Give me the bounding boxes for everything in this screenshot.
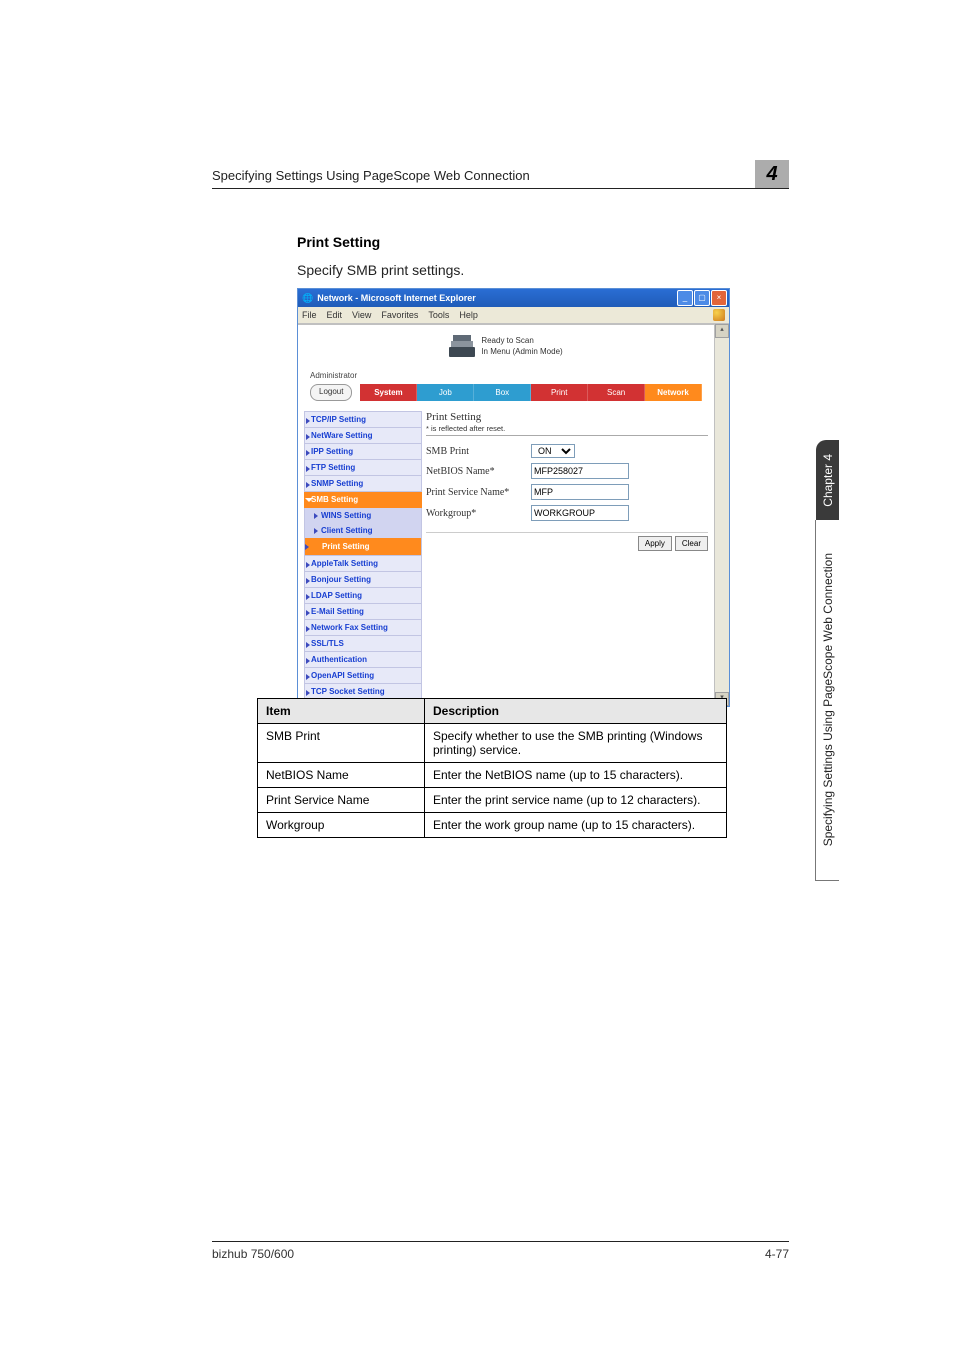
sidebar-item-openapi[interactable]: OpenAPI Setting (304, 668, 422, 684)
status-ready: Ready to Scan (481, 336, 562, 345)
document-page: Specifying Settings Using PageScope Web … (0, 0, 954, 1350)
sidebar-item-appletalk[interactable]: AppleTalk Setting (304, 556, 422, 572)
maximize-icon[interactable]: ▢ (694, 290, 710, 306)
sub-item-print[interactable]: Print Setting (305, 538, 421, 555)
menu-view[interactable]: View (352, 310, 371, 320)
window-title: Network - Microsoft Internet Explorer (317, 293, 476, 303)
cell-item: NetBIOS Name (258, 763, 425, 788)
side-tab-chapter: Chapter 4 (816, 440, 839, 520)
panel-divider (426, 435, 708, 436)
running-header: Specifying Settings Using PageScope Web … (212, 168, 530, 183)
table-row: Workgroup Enter the work group name (up … (258, 813, 727, 838)
sidebar-smb-sub: WINS Setting Client Setting Print Settin… (304, 508, 422, 556)
browser-menubar: File Edit View Favorites Tools Help (298, 307, 729, 324)
cell-desc: Enter the work group name (up to 15 char… (425, 813, 727, 838)
sidebar-item-ssltls[interactable]: SSL/TLS (304, 636, 422, 652)
footer-rule (212, 1241, 789, 1242)
tab-print[interactable]: Print (531, 384, 588, 401)
label-print-service: Print Service Name* (426, 487, 531, 498)
table-row: NetBIOS Name Enter the NetBIOS name (up … (258, 763, 727, 788)
ie-app-icon: 🌐 (302, 293, 313, 304)
panel-note: * is reflected after reset. (426, 424, 708, 433)
side-tab-section: Specifying Settings Using PageScope Web … (815, 520, 839, 881)
scroll-up-icon[interactable]: ▴ (715, 324, 729, 338)
cell-desc: Enter the NetBIOS name (up to 15 charact… (425, 763, 727, 788)
close-icon[interactable]: × (711, 290, 727, 306)
printer-icon (449, 335, 475, 357)
section-description: Specify SMB print settings. (297, 262, 464, 278)
cell-item: Workgroup (258, 813, 425, 838)
input-workgroup[interactable] (531, 505, 629, 521)
tab-network[interactable]: Network (645, 384, 702, 401)
logout-button[interactable]: Logout (310, 384, 352, 401)
panel-title: Print Setting (426, 411, 708, 423)
menu-favorites[interactable]: Favorites (381, 310, 418, 320)
cell-desc: Specify whether to use the SMB printing … (425, 724, 727, 763)
tab-scan[interactable]: Scan (588, 384, 645, 401)
menu-edit[interactable]: Edit (327, 310, 343, 320)
tab-system[interactable]: System (360, 384, 417, 401)
table-header-row: Item Description (258, 699, 727, 724)
label-smb-print: SMB Print (426, 446, 531, 457)
settings-panel: Print Setting * is reflected after reset… (426, 411, 708, 700)
window-titlebar: 🌐 Network - Microsoft Internet Explorer … (298, 289, 729, 307)
vertical-scrollbar[interactable]: ▴ ▾ (714, 324, 729, 706)
side-section-text: Specifying Settings Using PageScope Web … (821, 553, 835, 846)
sidebar-item-ldap[interactable]: LDAP Setting (304, 588, 422, 604)
sidebar-item-authentication[interactable]: Authentication (304, 652, 422, 668)
tab-box[interactable]: Box (474, 384, 531, 401)
footer-page: 4-77 (765, 1247, 789, 1261)
table-row: SMB Print Specify whether to use the SMB… (258, 724, 727, 763)
sidebar-item-networkfax[interactable]: Network Fax Setting (304, 620, 422, 636)
menu-help[interactable]: Help (459, 310, 478, 320)
side-chapter-text: Chapter 4 (821, 454, 835, 507)
tab-job[interactable]: Job (417, 384, 474, 401)
sidebar-item-bonjour[interactable]: Bonjour Setting (304, 572, 422, 588)
user-role-label: Administrator (310, 371, 708, 380)
cell-desc: Enter the print service name (up to 12 c… (425, 788, 727, 813)
description-table: Item Description SMB Print Specify wheth… (257, 698, 727, 838)
select-smb-print[interactable]: ON (531, 444, 575, 458)
input-netbios-name[interactable] (531, 463, 629, 479)
menu-tools[interactable]: Tools (428, 310, 449, 320)
cell-item: Print Service Name (258, 788, 425, 813)
clear-button[interactable]: Clear (675, 536, 708, 551)
sidebar-item-netware[interactable]: NetWare Setting (304, 428, 422, 444)
sidebar-item-email[interactable]: E-Mail Setting (304, 604, 422, 620)
menu-file[interactable]: File (302, 310, 317, 320)
table-row: Print Service Name Enter the print servi… (258, 788, 727, 813)
header-description: Description (425, 699, 727, 724)
minimize-icon[interactable]: _ (677, 290, 693, 306)
header-rule (212, 188, 789, 189)
footer-model: bizhub 750/600 (212, 1247, 294, 1261)
network-sidebar: TCP/IP Setting NetWare Setting IPP Setti… (304, 411, 422, 700)
sidebar-item-ftp[interactable]: FTP Setting (304, 460, 422, 476)
status-mode: In Menu (Admin Mode) (481, 347, 562, 356)
sidebar-item-smb[interactable]: SMB Setting (304, 492, 422, 508)
section-title: Print Setting (297, 234, 380, 250)
apply-button[interactable]: Apply (638, 536, 672, 551)
sub-item-wins[interactable]: WINS Setting (315, 508, 421, 523)
sidebar-item-snmp[interactable]: SNMP Setting (304, 476, 422, 492)
label-workgroup: Workgroup* (426, 508, 531, 519)
chapter-badge: 4 (755, 160, 789, 188)
sub-item-client[interactable]: Client Setting (315, 523, 421, 538)
cell-item: SMB Print (258, 724, 425, 763)
screenshot-window: 🌐 Network - Microsoft Internet Explorer … (297, 288, 730, 707)
label-netbios-name: NetBIOS Name* (426, 466, 531, 477)
header-item: Item (258, 699, 425, 724)
input-print-service[interactable] (531, 484, 629, 500)
sidebar-item-tcpip[interactable]: TCP/IP Setting (304, 411, 422, 428)
sidebar-item-ipp[interactable]: IPP Setting (304, 444, 422, 460)
ie-throbber-icon (713, 309, 725, 321)
